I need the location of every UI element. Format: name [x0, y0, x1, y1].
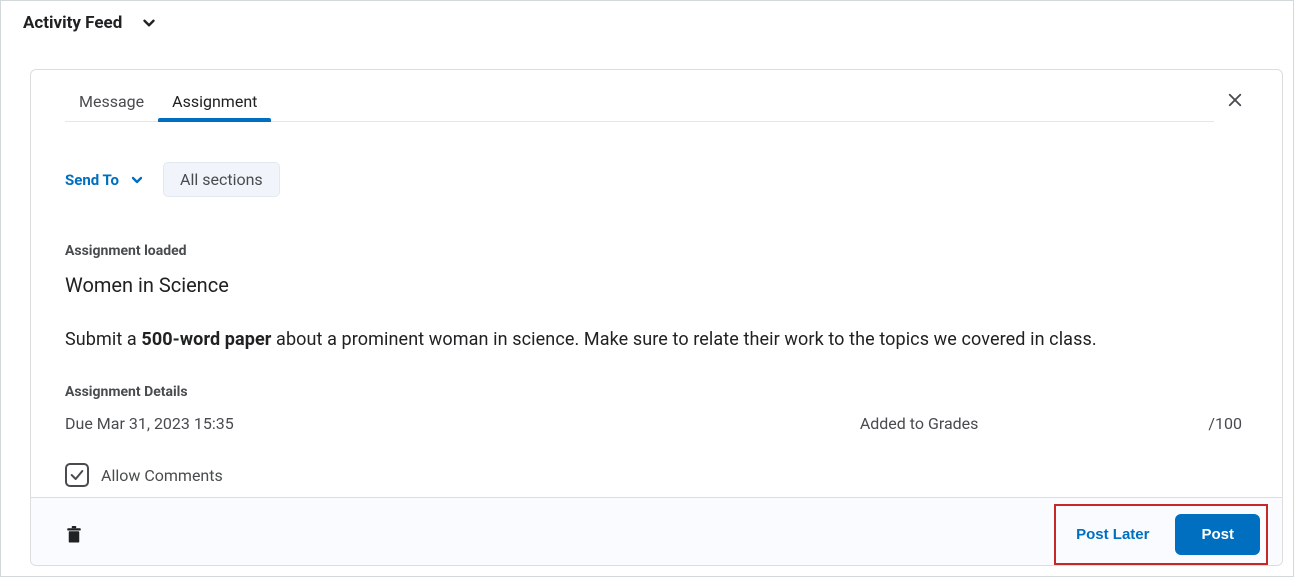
post-later-button[interactable]: Post Later [1062, 516, 1163, 553]
assignment-details-label: Assignment Details [65, 384, 1248, 400]
tab-message[interactable]: Message [65, 84, 158, 121]
allow-comments-row: Allow Comments [65, 463, 1248, 487]
trash-icon[interactable] [65, 525, 83, 545]
score-out-of: /100 [1208, 414, 1242, 433]
chevron-down-icon[interactable] [140, 14, 158, 32]
send-to-row: Send To All sections [65, 162, 1248, 197]
due-date: Due Mar 31, 2023 15:35 [65, 414, 860, 433]
assignment-loaded-label: Assignment loaded [65, 243, 1248, 259]
send-to-label: Send To [65, 171, 119, 189]
close-icon[interactable] [1222, 87, 1248, 113]
panel-body: Send To All sections Assignment loaded W… [31, 122, 1282, 497]
panel-footer: Post Later Post [31, 497, 1282, 566]
tabs: Message Assignment [65, 84, 1214, 122]
tabs-row: Message Assignment [31, 70, 1282, 122]
assignment-description: Submit a 500-word paper about a prominen… [65, 329, 1248, 350]
compose-panel: Message Assignment Send To All sections … [30, 69, 1283, 566]
assignment-title: Women in Science [65, 273, 1248, 297]
allow-comments-checkbox[interactable] [65, 463, 89, 487]
desc-prefix: Submit a [65, 329, 141, 350]
activity-feed-container: Activity Feed Message Assignment Send To… [0, 0, 1294, 577]
chevron-down-icon [129, 172, 145, 188]
activity-feed-header: Activity Feed [1, 1, 1293, 49]
check-icon [69, 467, 85, 483]
send-to-dropdown[interactable]: Send To [65, 171, 145, 189]
allow-comments-label: Allow Comments [101, 466, 223, 485]
added-to-grades: Added to Grades [860, 414, 979, 433]
assignment-details-row: Due Mar 31, 2023 15:35 Added to Grades /… [65, 414, 1248, 433]
post-button[interactable]: Post [1175, 514, 1260, 555]
tab-assignment[interactable]: Assignment [158, 84, 271, 121]
recipient-chip[interactable]: All sections [163, 162, 280, 197]
activity-feed-title: Activity Feed [23, 13, 122, 33]
desc-suffix: about a prominent woman in science. Make… [271, 329, 1096, 350]
desc-bold: 500-word paper [141, 329, 271, 350]
